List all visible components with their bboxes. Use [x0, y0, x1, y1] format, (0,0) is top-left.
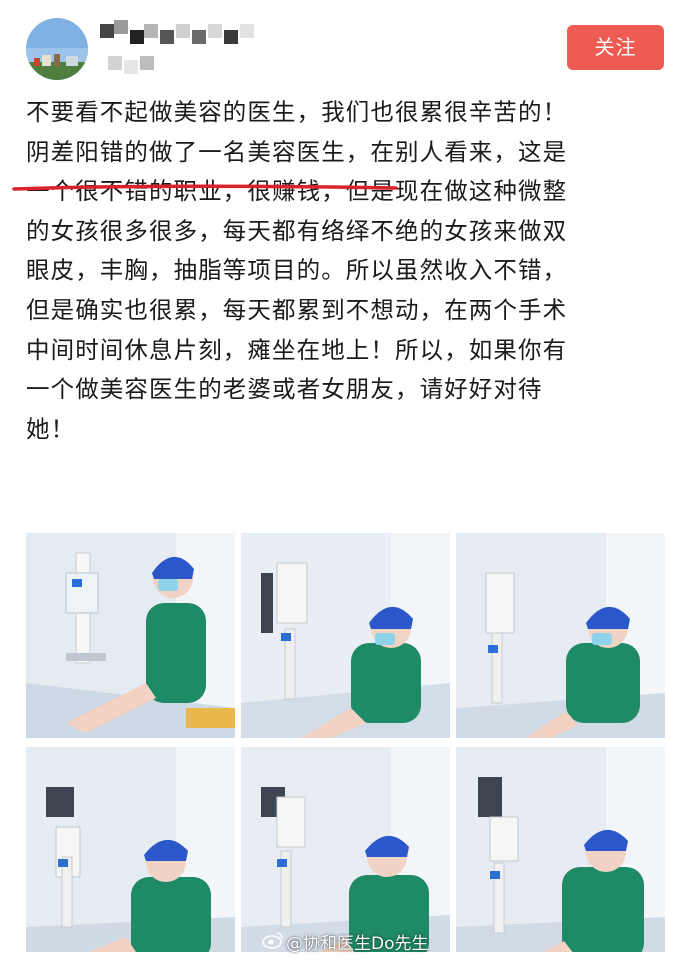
- post-line: 她！: [26, 414, 76, 443]
- follow-button[interactable]: 关注: [567, 25, 664, 70]
- watermark-text: @协和医生Do先生: [286, 934, 429, 954]
- photo-thumbnail[interactable]: [26, 533, 235, 738]
- photo-thumbnail[interactable]: [241, 747, 450, 952]
- post-line: 不要看不起做美容的医生，我们也很累很辛苦的！: [26, 98, 568, 126]
- post-line: 中间时间休息片刻，瘫坐在地上！所以，如果你有: [26, 335, 568, 364]
- photo-thumbnail[interactable]: [456, 533, 665, 738]
- photo-thumbnail[interactable]: [26, 747, 235, 952]
- avatar[interactable]: [26, 18, 88, 80]
- photo-grid: [26, 533, 665, 961]
- post-line: 但是确实也很累，每天都累到不想动，在两个手术: [26, 295, 568, 324]
- weibo-icon: [262, 931, 284, 957]
- post-line: 一个做美容医生的老婆或者女朋友，请好好对待: [26, 375, 543, 404]
- red-underline-annotation: [12, 184, 398, 191]
- photo-thumbnail[interactable]: [456, 747, 665, 952]
- post-line: 阴差阳错的做了一名美容医生，在别人看来，这是: [26, 137, 568, 166]
- weibo-watermark: @协和医生Do先生: [262, 931, 429, 957]
- username-censored[interactable]: [100, 20, 280, 78]
- post-body: 不要看不起做美容的医生，我们也很累很辛苦的！ 阴差阳错的做了一名美容医生，在别人…: [26, 93, 676, 449]
- post-line: 的女孩很多很多，每天都有络绎不绝的女孩来做双: [26, 216, 568, 245]
- post-line: 眼皮，丰胸，抽脂等项目的。所以虽然收入不错，: [26, 256, 568, 285]
- photo-thumbnail[interactable]: [241, 533, 450, 738]
